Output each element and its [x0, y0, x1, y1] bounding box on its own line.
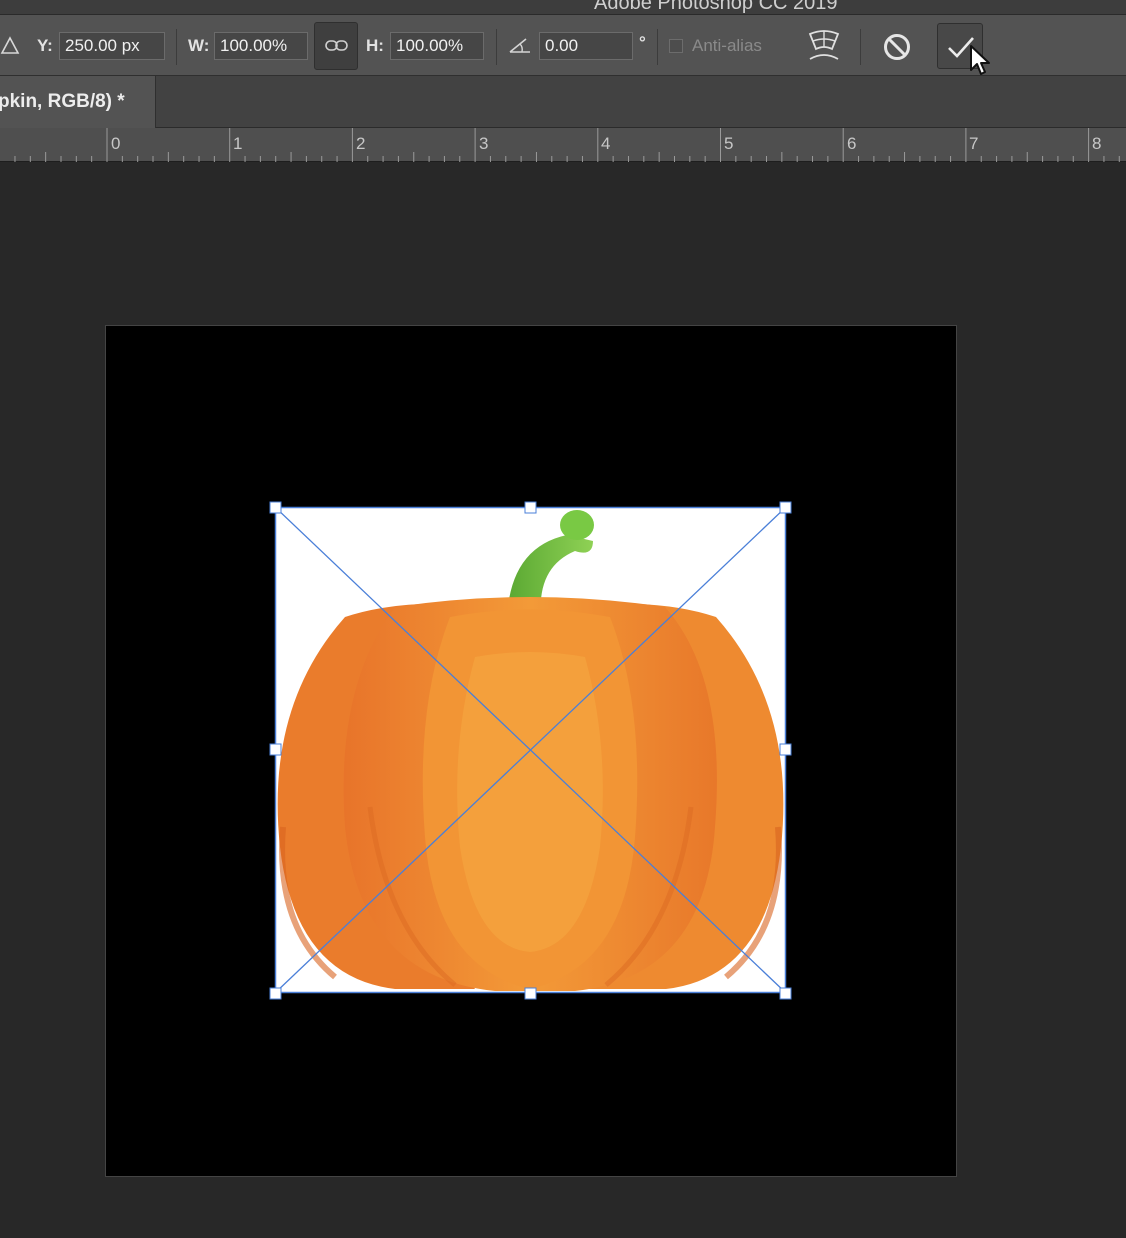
ruler-label: 2 [356, 134, 366, 153]
ruler-label: 8 [1092, 134, 1102, 153]
ruler-label: 6 [847, 134, 857, 153]
divider [657, 29, 658, 65]
rotate-angle-icon [509, 38, 530, 53]
ruler-label: 5 [724, 134, 734, 153]
warp-mode-icon[interactable] [806, 29, 842, 63]
link-chain-icon [325, 40, 348, 51]
reference-point-triangle-icon[interactable] [0, 36, 20, 56]
ruler-label: 7 [969, 134, 979, 153]
maintain-aspect-ratio-button[interactable] [314, 22, 358, 70]
rotation-angle-field[interactable]: 0.00 [539, 32, 633, 60]
mouse-cursor-icon [970, 45, 990, 75]
divider [860, 29, 861, 65]
anti-alias-checkbox[interactable] [669, 39, 683, 53]
horizontal-ruler[interactable]: 0 1 2 3 4 5 6 7 8 [0, 128, 1126, 162]
pumpkin-image [277, 510, 784, 991]
anti-alias-label: Anti-alias [692, 36, 762, 55]
width-field[interactable]: 100.00% [214, 32, 308, 60]
width-label: W: [188, 36, 210, 55]
divider [496, 29, 497, 65]
y-label: Y: [37, 36, 53, 55]
title-bar: Adobe Photoshop CC 2019 [0, 0, 1126, 14]
document-tab-bar: pkin, RGB/8) * [0, 76, 1126, 128]
cancel-transform-icon[interactable] [882, 32, 912, 62]
window-title: Adobe Photoshop CC 2019 [594, 0, 838, 14]
ruler-label: 1 [233, 134, 243, 153]
ruler-label: 4 [601, 134, 611, 153]
pumpkin-layer[interactable] [275, 507, 786, 993]
height-field[interactable]: 100.00% [390, 32, 484, 60]
y-position-field[interactable]: 250.00 px [59, 32, 165, 60]
ruler-label: 0 [111, 134, 121, 153]
document-tab[interactable]: pkin, RGB/8) * [0, 76, 156, 128]
degree-symbol: ° [639, 33, 646, 52]
transform-options-bar: Y: 250.00 px W: 100.00% H: 100.00% 0.00 … [0, 14, 1126, 76]
divider [176, 29, 177, 65]
ruler-ticks [14, 128, 1120, 162]
document-tab-label: pkin, RGB/8) * [0, 91, 125, 112]
height-label: H: [366, 36, 384, 55]
ruler-label: 3 [479, 134, 489, 153]
